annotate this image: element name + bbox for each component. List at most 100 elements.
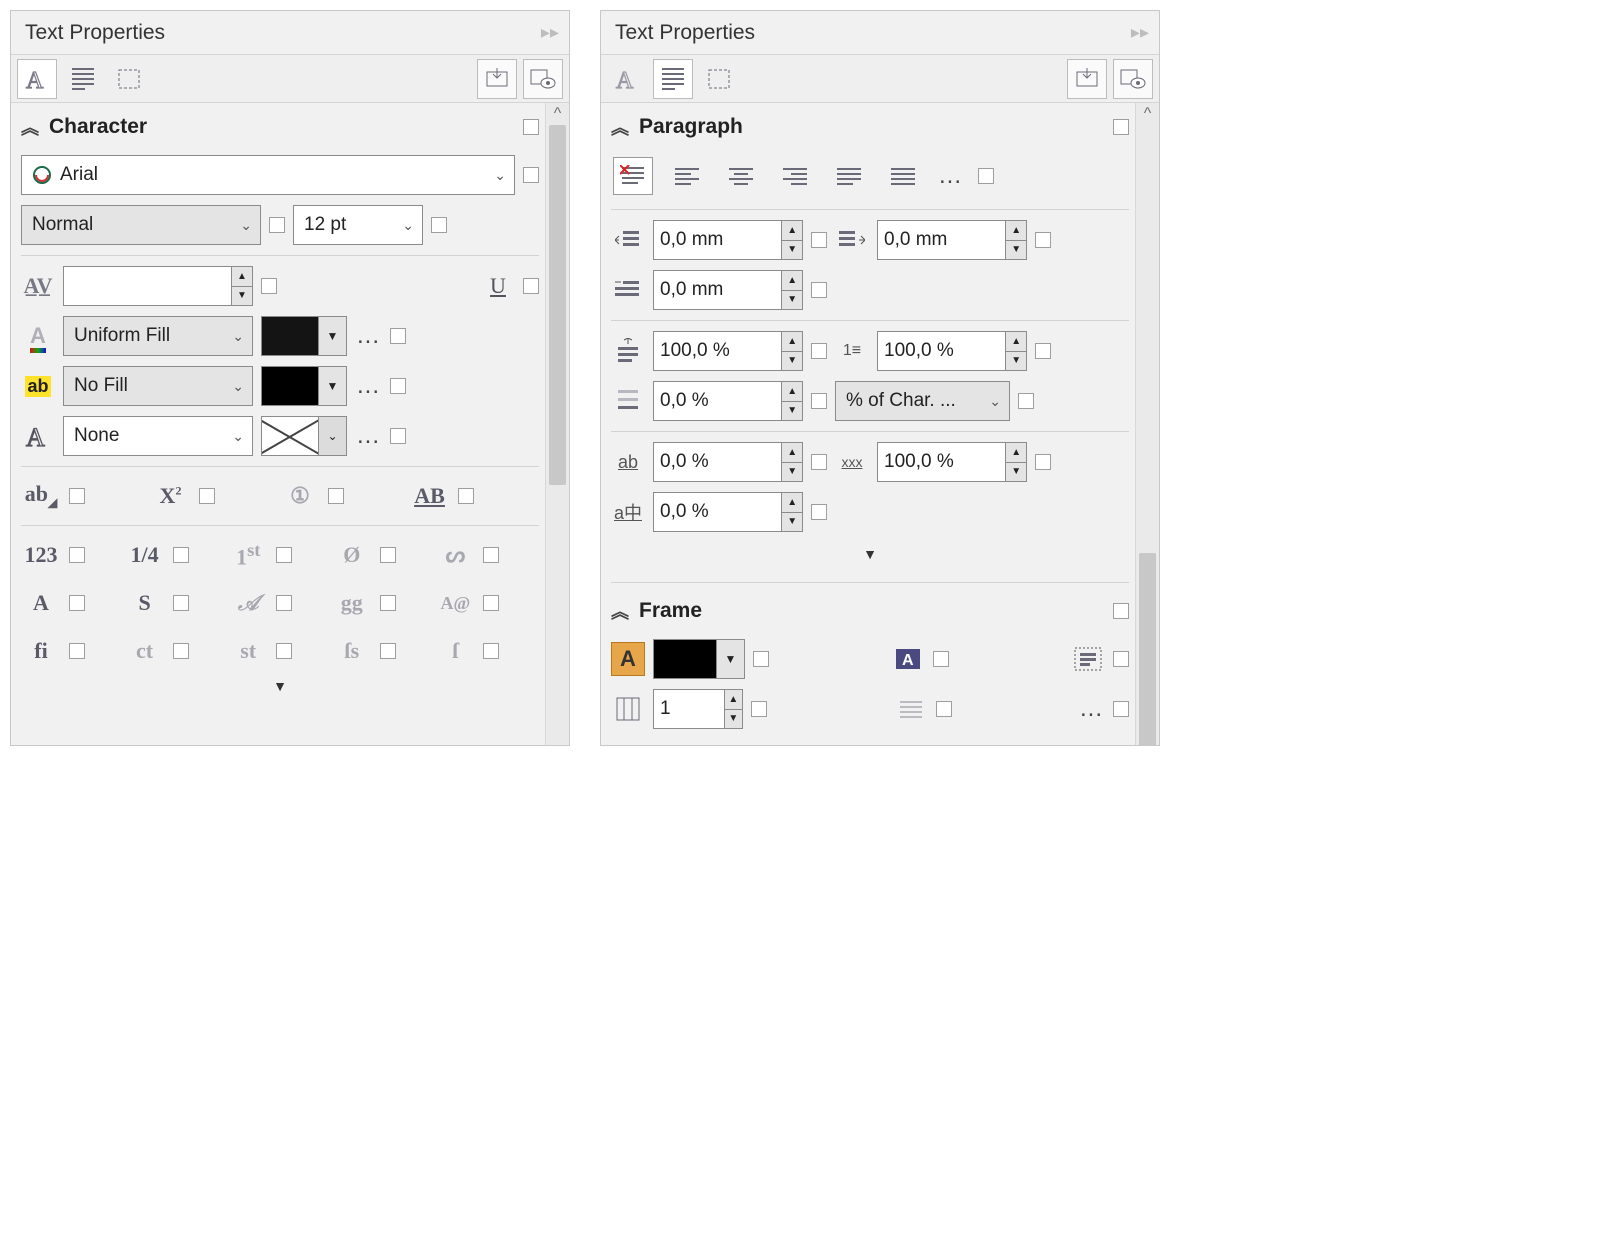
more-align-button[interactable]: ... xyxy=(937,162,964,190)
indent-right-spinner[interactable]: ▲▼ xyxy=(877,220,1027,260)
pin-checkbox[interactable] xyxy=(328,488,344,504)
font-style-select[interactable]: Normal ⌄ xyxy=(21,205,261,245)
pin-checkbox[interactable] xyxy=(811,232,827,248)
circled-number-button[interactable]: ① xyxy=(280,483,320,509)
more-options-button[interactable]: ... xyxy=(355,322,382,350)
pin-checkbox[interactable] xyxy=(269,217,285,233)
background-color-button[interactable]: ▼ xyxy=(261,366,347,406)
scrollbar[interactable]: ^ xyxy=(545,103,569,745)
indent-left-spinner[interactable]: ▲▼ xyxy=(653,220,803,260)
stylistic-set-button[interactable]: S xyxy=(125,590,165,616)
pin-checkbox[interactable] xyxy=(811,393,827,409)
frame-padding-icon[interactable] xyxy=(1071,642,1105,676)
pin-checkbox[interactable] xyxy=(811,504,827,520)
fill-color-button[interactable]: ▼ xyxy=(261,316,347,356)
pin-checkbox[interactable] xyxy=(1113,603,1129,619)
pin-checkbox[interactable] xyxy=(811,343,827,359)
section-header-frame[interactable]: ︽ Frame xyxy=(611,591,1129,631)
interactive-preview-button[interactable] xyxy=(523,59,563,99)
swash-button[interactable]: ᔕ xyxy=(435,542,475,568)
columns-spinner[interactable]: ▲▼ xyxy=(653,689,743,729)
subscript-button[interactable]: ab◢ xyxy=(21,481,61,510)
line-spacing-spinner[interactable]: ▲▼ xyxy=(653,381,803,421)
ligature-st-button[interactable]: st xyxy=(228,638,268,664)
scroll-up-icon[interactable]: ^ xyxy=(1136,105,1159,123)
contextual-alt-button[interactable]: gg xyxy=(332,590,372,616)
pin-checkbox[interactable] xyxy=(978,168,994,184)
outline-color-button[interactable]: ⌄ xyxy=(261,416,347,456)
word-spacing-spinner[interactable]: ▲▼ xyxy=(877,442,1027,482)
pin-checkbox[interactable] xyxy=(483,595,499,611)
space-after-spinner[interactable]: ▲▼ xyxy=(877,331,1027,371)
ligature-fi-button[interactable]: fi xyxy=(21,638,61,664)
tab-character[interactable]: A xyxy=(17,59,57,99)
pin-checkbox[interactable] xyxy=(753,651,769,667)
pin-checkbox[interactable] xyxy=(380,595,396,611)
pin-checkbox[interactable] xyxy=(173,595,189,611)
pin-checkbox[interactable] xyxy=(173,547,189,563)
char-spacing-spinner[interactable]: ▲▼ xyxy=(653,442,803,482)
pin-checkbox[interactable] xyxy=(69,488,85,504)
pin-checkbox[interactable] xyxy=(1113,119,1129,135)
pin-checkbox[interactable] xyxy=(173,643,189,659)
pin-checkbox[interactable] xyxy=(431,217,447,233)
scroll-up-icon[interactable]: ^ xyxy=(546,105,569,123)
space-before-spinner[interactable]: ▲▼ xyxy=(653,331,803,371)
import-options-button[interactable] xyxy=(477,59,517,99)
pin-checkbox[interactable] xyxy=(276,547,292,563)
pin-checkbox[interactable] xyxy=(276,595,292,611)
expand-section-button[interactable]: ▼ xyxy=(21,672,539,700)
scrollbar[interactable]: ^ xyxy=(1135,103,1159,745)
pin-checkbox[interactable] xyxy=(483,643,499,659)
align-center-button[interactable] xyxy=(721,157,761,195)
ligature-fs-button[interactable]: ſs xyxy=(332,638,372,664)
tab-frame[interactable] xyxy=(699,59,739,99)
frame-fill-color-button[interactable]: ▼ xyxy=(653,639,745,679)
pin-checkbox[interactable] xyxy=(751,701,767,717)
pin-checkbox[interactable] xyxy=(458,488,474,504)
pin-checkbox[interactable] xyxy=(1113,651,1129,667)
pin-checkbox[interactable] xyxy=(390,328,406,344)
pin-checkbox[interactable] xyxy=(523,167,539,183)
kerning-spinner[interactable]: ▲▼ xyxy=(63,266,253,306)
align-left-button[interactable] xyxy=(667,157,707,195)
underline-button[interactable]: U xyxy=(481,269,515,303)
column-layout-icon[interactable] xyxy=(894,692,928,726)
line-spacing-units-select[interactable]: % of Char. ... ⌄ xyxy=(835,381,1010,421)
pin-checkbox[interactable] xyxy=(811,282,827,298)
pin-checkbox[interactable] xyxy=(1035,454,1051,470)
first-line-indent-spinner[interactable]: ▲▼ xyxy=(653,270,803,310)
pin-checkbox[interactable] xyxy=(936,701,952,717)
pin-checkbox[interactable] xyxy=(1035,343,1051,359)
more-options-button[interactable]: ... xyxy=(355,372,382,400)
tab-character[interactable]: A xyxy=(607,59,647,99)
font-family-select[interactable]: Arial ⌄ xyxy=(21,155,515,195)
fill-type-select[interactable]: Uniform Fill ⌄ xyxy=(63,316,253,356)
align-justify-button[interactable] xyxy=(829,157,869,195)
pin-checkbox[interactable] xyxy=(811,454,827,470)
pin-checkbox[interactable] xyxy=(199,488,215,504)
superscript-button[interactable]: X2 xyxy=(151,483,191,509)
pin-checkbox[interactable] xyxy=(1113,701,1129,717)
pin-checkbox[interactable] xyxy=(69,595,85,611)
collapse-icon[interactable]: ▸▸ xyxy=(541,22,559,43)
expand-section-button[interactable]: ▼ xyxy=(611,540,1129,568)
section-header-character[interactable]: ︽ Character xyxy=(21,107,539,147)
pin-checkbox[interactable] xyxy=(1018,393,1034,409)
background-fill-select[interactable]: No Fill ⌄ xyxy=(63,366,253,406)
ordinals-button[interactable]: 1st xyxy=(228,540,268,570)
ligature-ct-button[interactable]: ct xyxy=(125,638,165,664)
fractions-button[interactable]: 1/4 xyxy=(125,542,165,568)
tab-frame[interactable] xyxy=(109,59,149,99)
pin-checkbox[interactable] xyxy=(390,378,406,394)
stylistic-alt-button[interactable]: A xyxy=(21,590,61,616)
pin-checkbox[interactable] xyxy=(69,547,85,563)
frame-border-icon[interactable]: A xyxy=(891,642,925,676)
all-caps-button[interactable]: AB xyxy=(410,483,450,509)
pin-checkbox[interactable] xyxy=(523,119,539,135)
long-s-button[interactable]: ſ xyxy=(435,638,475,664)
font-size-select[interactable]: 12 pt ⌄ xyxy=(293,205,423,245)
pin-checkbox[interactable] xyxy=(261,278,277,294)
outline-width-select[interactable]: None ⌄ xyxy=(63,416,253,456)
tab-paragraph[interactable] xyxy=(63,59,103,99)
